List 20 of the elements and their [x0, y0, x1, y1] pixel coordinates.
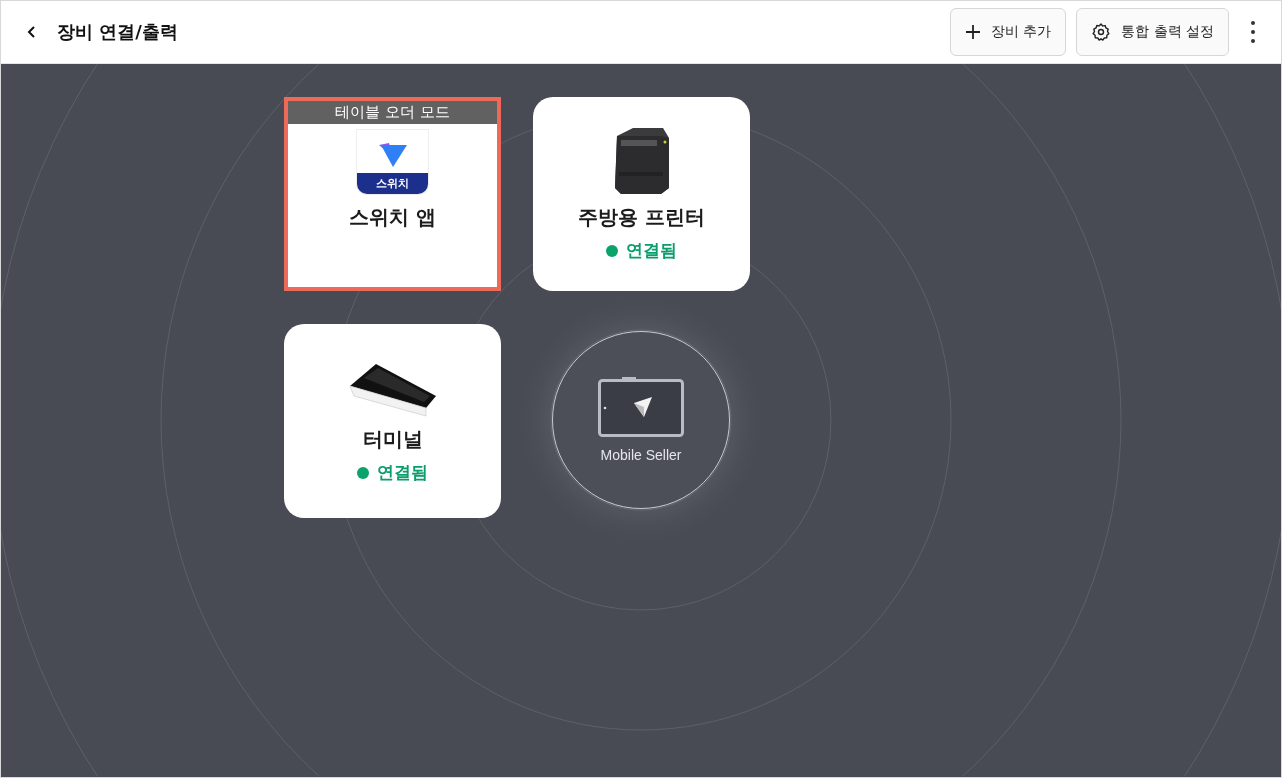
device-card[interactable]: 테이블 오더 모드 스위치 스위치 앱: [284, 97, 501, 291]
status-text: 연결됨: [377, 461, 428, 484]
status-dot: [357, 466, 369, 479]
print-settings-button[interactable]: 통합 출력 설정: [1076, 8, 1229, 56]
hub-label: Mobile Seller: [600, 447, 682, 463]
settings-icon: [1091, 22, 1112, 42]
device-name: 스위치 앱: [349, 204, 436, 231]
device-card[interactable]: 주방용 프린터 연결됨: [533, 97, 750, 291]
device-name: 터미널: [362, 426, 423, 453]
page-title: 장비 연결/출력: [57, 20, 179, 44]
mode-badge: 테이블 오더 모드: [288, 101, 497, 124]
device-name: 주방용 프린터: [578, 204, 705, 231]
tablet-icon: [598, 377, 684, 437]
device-card[interactable]: 터미널 연결됨: [284, 324, 501, 518]
plus-icon: [964, 24, 981, 40]
more-icon: [1251, 20, 1255, 44]
status-text: 연결됨: [626, 239, 677, 262]
status-dot: [606, 244, 618, 257]
add-device-button[interactable]: 장비 추가: [949, 8, 1067, 56]
hub-node[interactable]: Mobile Seller: [552, 331, 730, 509]
